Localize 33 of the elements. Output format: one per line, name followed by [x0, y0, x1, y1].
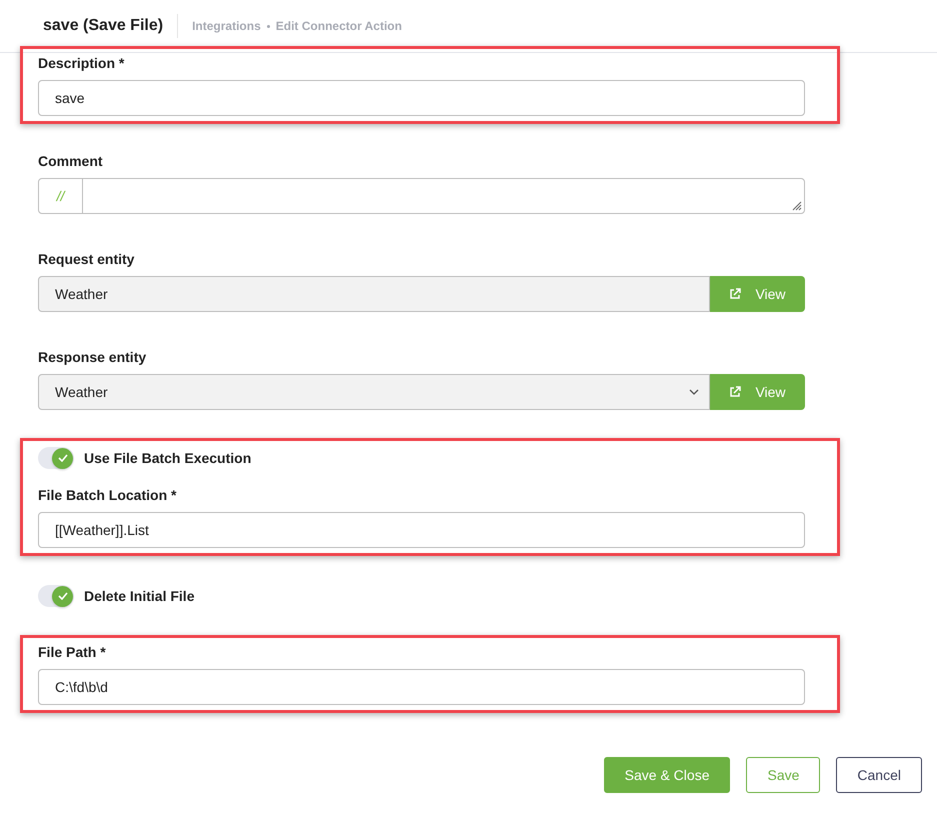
save-close-button[interactable]: Save & Close: [604, 757, 730, 793]
toggle-label: Use File Batch Execution: [84, 450, 252, 466]
entity-select[interactable]: Weather: [38, 374, 710, 410]
view-button[interactable]: View: [710, 276, 805, 312]
field-label: Response entity: [38, 349, 148, 365]
check-icon: [58, 454, 68, 462]
comment-field[interactable]: //: [38, 178, 805, 214]
entity-field[interactable]: Weather: [38, 276, 710, 312]
view-button[interactable]: View: [710, 374, 805, 410]
field-label: File Path *: [38, 644, 107, 660]
external-link-icon: [729, 288, 742, 300]
breadcrumb-link[interactable]: Integrations: [192, 19, 261, 33]
cancel-button[interactable]: Cancel: [836, 757, 922, 793]
page-title: save (Save File): [43, 17, 164, 35]
field-label: Description *: [38, 55, 126, 71]
field-label: Request entity: [38, 251, 136, 267]
toggle-switch[interactable]: [38, 585, 74, 607]
check-icon: [58, 592, 68, 600]
breadcrumb-link[interactable]: Edit Connector Action: [276, 19, 402, 33]
toggle-switch[interactable]: [38, 447, 74, 469]
text-field[interactable]: C:\fd\b\d: [38, 669, 805, 705]
chevron-down-icon: [689, 389, 699, 395]
save-button[interactable]: Save: [746, 757, 820, 793]
text-field[interactable]: save: [38, 80, 805, 116]
comment-prefix: //: [39, 179, 83, 213]
field-label: File Batch Location *: [38, 487, 178, 503]
field-value: Weather: [55, 384, 108, 400]
toggle-label: Delete Initial File: [84, 588, 194, 604]
field-value: Weather: [55, 286, 108, 302]
text-field[interactable]: [[Weather]].List: [38, 512, 805, 548]
resize-grip-icon[interactable]: [792, 201, 802, 211]
external-link-icon: [729, 386, 742, 398]
field-label: Comment: [38, 153, 104, 169]
